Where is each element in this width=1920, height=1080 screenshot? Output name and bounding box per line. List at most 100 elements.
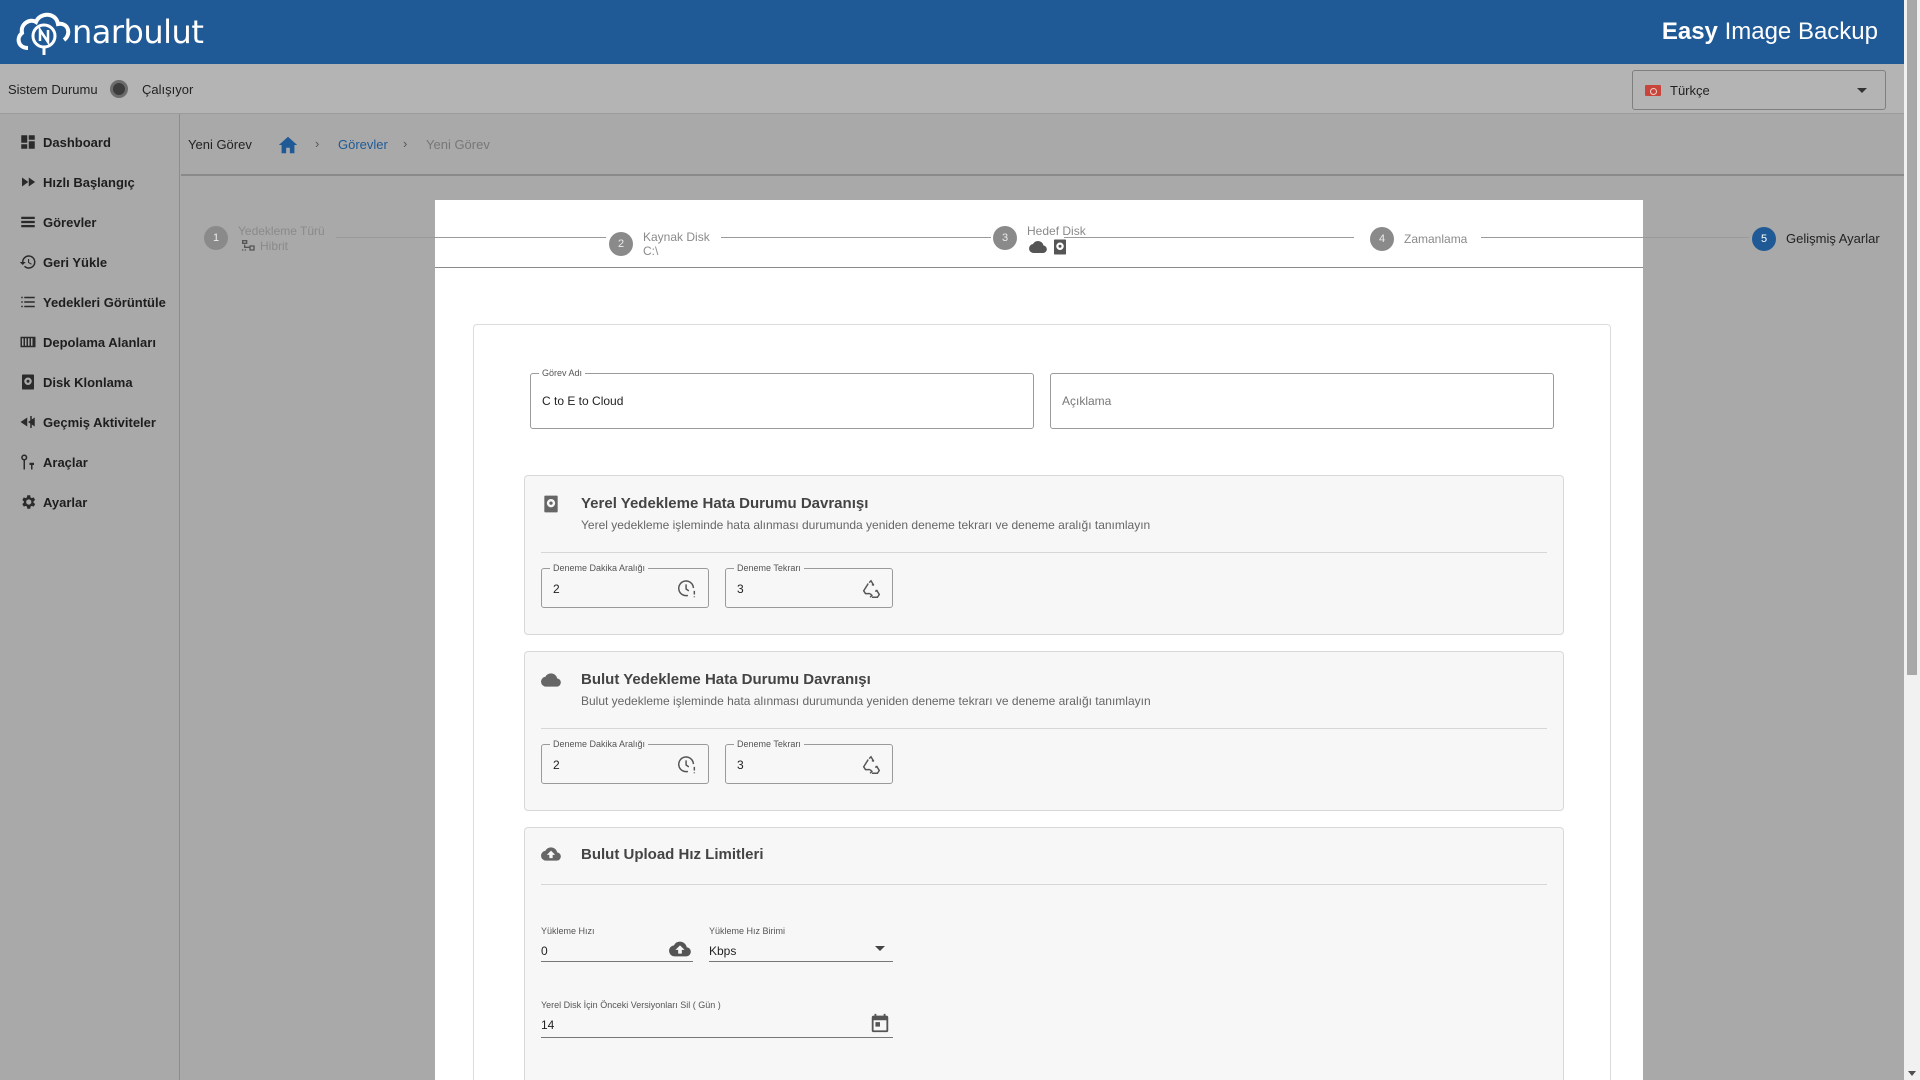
step-connector — [336, 237, 606, 238]
breadcrumb-separator: › — [315, 136, 320, 151]
sidebar-item-history[interactable]: Geçmiş Aktiviteler — [18, 410, 156, 434]
home-icon[interactable] — [277, 134, 299, 156]
sidebar-item-restore[interactable]: Geri Yükle — [18, 250, 107, 274]
step-connector — [1481, 237, 1749, 238]
description-field[interactable]: Açıklama — [1050, 373, 1554, 429]
task-wizard-panel: Görev Adı C to E to Cloud Açıklama Yerel… — [435, 200, 1643, 1080]
step-target-disk[interactable]: 3 Hedef Disk — [993, 224, 1086, 256]
hybrid-icon — [242, 240, 255, 251]
step-title: Kaynak Disk — [643, 230, 710, 244]
sidebar-item-label: Geri Yükle — [43, 254, 108, 270]
field-label: Yükleme Hız Birimi — [709, 926, 786, 936]
retention-days-field[interactable]: Yerel Disk İçin Önceki Versiyonları Sil … — [541, 1000, 893, 1038]
sidebar-item-tasks[interactable]: Görevler — [18, 210, 96, 234]
sidebar-item-quick-start[interactable]: Hızlı Başlangıç — [18, 170, 135, 194]
local-backup-error-section: Yerel Yedekleme Hata Durumu Davranışı Ye… — [524, 475, 1564, 635]
history-icon — [18, 412, 38, 432]
sidebar-item-label: Disk Klonlama — [43, 374, 133, 390]
fast-forward-icon — [18, 172, 38, 192]
scroll-thumb[interactable] — [1907, 0, 1917, 675]
settings-icon — [18, 492, 38, 512]
step-title: Hedef Disk — [1027, 224, 1086, 238]
sidebar-item-view-backups[interactable]: Yedekleri Görüntüle — [18, 290, 166, 314]
storage-icon — [18, 332, 38, 352]
step-number: 5 — [1752, 227, 1776, 251]
section-title: Yerel Yedekleme Hata Durumu Davranışı — [581, 495, 869, 512]
restore-icon — [18, 252, 38, 272]
disk-icon — [541, 494, 563, 516]
language-selected: Türkçe — [1670, 83, 1710, 98]
step-subtitle: C:\ — [643, 244, 659, 258]
local-retry-count-field[interactable]: Deneme Tekrarı 3 — [725, 563, 893, 608]
field-label: Yerel Disk İçin Önceki Versiyonları Sil … — [541, 1000, 721, 1010]
section-description: Bulut yedekleme işleminde hata alınması … — [581, 694, 1151, 708]
step-backup-type[interactable]: 1 Yedekleme Türü Hibrit — [204, 224, 325, 254]
tools-icon — [18, 452, 38, 472]
step-subtitle: Hibrit — [260, 239, 289, 253]
wizard-stepper: 1 Yedekleme Türü Hibrit 2 Kaynak Disk C:… — [181, 200, 1904, 268]
sidebar-item-label: Hızlı Başlangıç — [43, 174, 135, 190]
step-connector — [1064, 237, 1354, 238]
field-value: 0 — [541, 944, 548, 958]
sidebar-item-dashboard[interactable]: Dashboard — [18, 130, 111, 154]
breadcrumb-current: Yeni Görev — [426, 137, 490, 152]
field-value: 3 — [737, 758, 744, 772]
scroll-down-arrow-icon[interactable] — [1908, 1071, 1916, 1076]
field-value: 14 — [541, 1018, 555, 1032]
field-label: Deneme Tekrarı — [734, 563, 804, 574]
local-retry-interval-field[interactable]: Deneme Dakika Aralığı 2 — [541, 563, 709, 608]
clock-alert-icon — [676, 578, 698, 600]
cloud-upload-icon — [541, 844, 563, 866]
breadcrumb: Yeni Görev › Görevler › Yeni Görev — [181, 114, 1904, 176]
clock-alert-icon — [676, 754, 698, 776]
breadcrumb-separator: › — [403, 136, 408, 151]
description-placeholder: Açıklama — [1062, 394, 1112, 408]
page-title: Yeni Görev — [188, 137, 252, 152]
cloud-retry-interval-field[interactable]: Deneme Dakika Aralığı 2 — [541, 739, 709, 784]
field-value: 2 — [553, 582, 560, 596]
system-status-label: Sistem Durumu — [8, 82, 98, 97]
chevron-down-icon — [1857, 88, 1867, 93]
calendar-icon[interactable] — [869, 1012, 891, 1034]
field-value: 3 — [737, 582, 744, 596]
chevron-down-icon — [875, 946, 885, 951]
cloud-retry-count-field[interactable]: Deneme Tekrarı 3 — [725, 739, 893, 784]
section-description: Yerel yedekleme işleminde hata alınması … — [581, 518, 1151, 532]
sidebar-item-storage[interactable]: Depolama Alanları — [18, 330, 156, 354]
step-source-disk[interactable]: 2 Kaynak Disk C:\ — [609, 230, 710, 258]
sidebar-item-label: Geçmiş Aktiviteler — [43, 414, 156, 430]
step-scheduling[interactable]: 4 Zamanlama — [1370, 225, 1467, 251]
cloud-icon — [541, 670, 563, 692]
field-label: Yükleme Hızı — [541, 926, 595, 936]
sidebar-item-settings[interactable]: Ayarlar — [18, 490, 87, 514]
view-list-icon — [18, 292, 38, 312]
section-title: Bulut Yedekleme Hata Durumu Davranışı — [581, 671, 871, 688]
upload-speed-unit-select[interactable]: Yükleme Hız Birimi Kbps — [709, 926, 893, 962]
cloud-backup-error-section: Bulut Yedekleme Hata Durumu Davranışı Bu… — [524, 651, 1564, 811]
recycle-icon — [860, 578, 882, 600]
status-indicator-icon — [110, 80, 128, 98]
step-connector — [721, 237, 991, 238]
step-number: 3 — [993, 226, 1017, 250]
sidebar-item-tools[interactable]: Araçlar — [18, 450, 88, 474]
recycle-icon — [860, 754, 882, 776]
step-number: 1 — [204, 226, 228, 250]
field-label: Deneme Tekrarı — [734, 739, 804, 750]
sidebar-item-label: Depolama Alanları — [43, 334, 156, 350]
language-select[interactable]: Türkçe — [1632, 70, 1886, 110]
field-value: Kbps — [709, 944, 737, 958]
step-number: 4 — [1370, 227, 1394, 251]
upload-speed-field[interactable]: Yükleme Hızı 0 — [541, 926, 693, 962]
sidebar-item-disk-clone[interactable]: Disk Klonlama — [18, 370, 133, 394]
breadcrumb-link-tasks[interactable]: Görevler — [338, 137, 388, 152]
section-divider — [541, 552, 1547, 553]
page-scrollbar[interactable] — [1904, 0, 1920, 1080]
narbulut-logo[interactable]: narbulut — [14, 8, 204, 56]
step-advanced-settings[interactable]: 5 Gelişmiş Ayarlar — [1752, 225, 1880, 251]
sidebar-item-label: Ayarlar — [43, 494, 88, 510]
sidebar: Dashboard Hızlı Başlangıç Görevler Geri … — [0, 114, 180, 1080]
sidebar-item-label: Görevler — [43, 214, 97, 230]
cloud-upload-icon — [669, 938, 691, 960]
task-name-field[interactable]: Görev Adı C to E to Cloud — [530, 368, 1034, 429]
step-title: Gelişmiş Ayarlar — [1786, 231, 1880, 246]
